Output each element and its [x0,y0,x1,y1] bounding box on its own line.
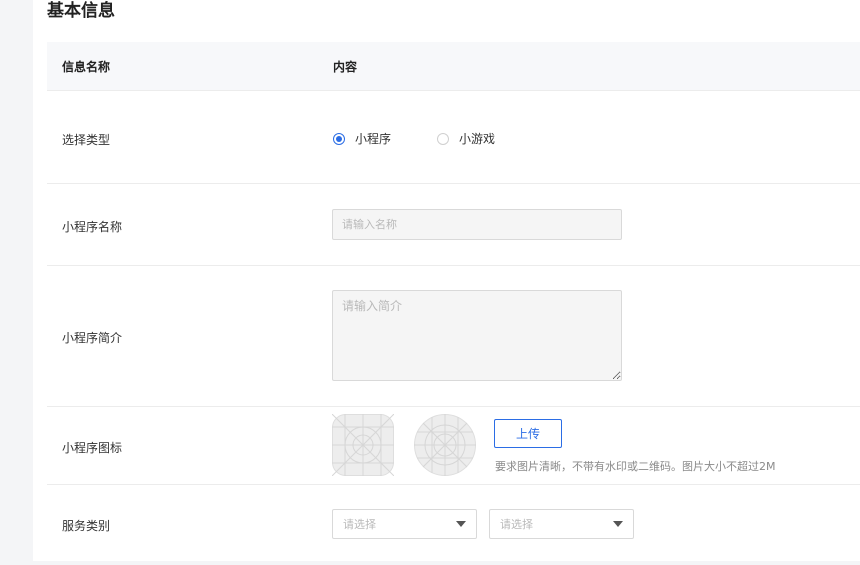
icon-row: 小程序图标 上传 要求图片清晰，不带有水印或二维码。图片大小不超过2M [47,407,860,485]
header-content: 内容 [333,59,358,74]
select-value: 请选择 [500,518,533,531]
category-select-2[interactable]: 请选择 [489,509,634,539]
square-icon-placeholder [332,414,394,476]
intro-label: 小程序简介 [62,331,123,345]
radio-label: 小程序 [355,132,392,146]
select-value: 请选择 [343,518,376,531]
radio-checked-icon [333,132,345,145]
radio-miniprogram[interactable]: 小程序 [333,130,391,147]
icon-label: 小程序图标 [62,441,123,455]
radio-minigame[interactable]: 小游戏 [437,130,495,147]
radio-label: 小游戏 [459,132,496,146]
name-input[interactable] [332,209,622,240]
upload-button[interactable]: 上传 [494,419,562,448]
type-row: 选择类型 小程序 小游戏 [47,91,860,184]
caret-down-icon [456,521,466,527]
intro-textarea[interactable] [332,290,622,381]
upload-hint: 要求图片清晰，不带有水印或二维码。图片大小不超过2M [495,460,776,473]
info-table: 信息名称 内容 选择类型 小程序 小游戏 小程序名称 小程序简介 小程序图标 [47,42,860,565]
type-radio-group: 小程序 小游戏 [333,130,541,147]
type-label: 选择类型 [62,133,111,147]
name-label: 小程序名称 [62,220,123,234]
radio-unchecked-icon [437,132,450,145]
table-header: 信息名称 内容 [47,42,860,91]
circle-icon-placeholder [414,414,476,476]
section-title: 基本信息 [47,1,115,21]
name-row: 小程序名称 [47,184,860,266]
header-name: 信息名称 [62,59,111,74]
category-row: 服务类别 请选择 请选择 [47,485,860,565]
category-label: 服务类别 [62,519,111,533]
caret-down-icon [613,521,623,527]
category-select-1[interactable]: 请选择 [332,509,477,539]
intro-row: 小程序简介 [47,266,860,407]
